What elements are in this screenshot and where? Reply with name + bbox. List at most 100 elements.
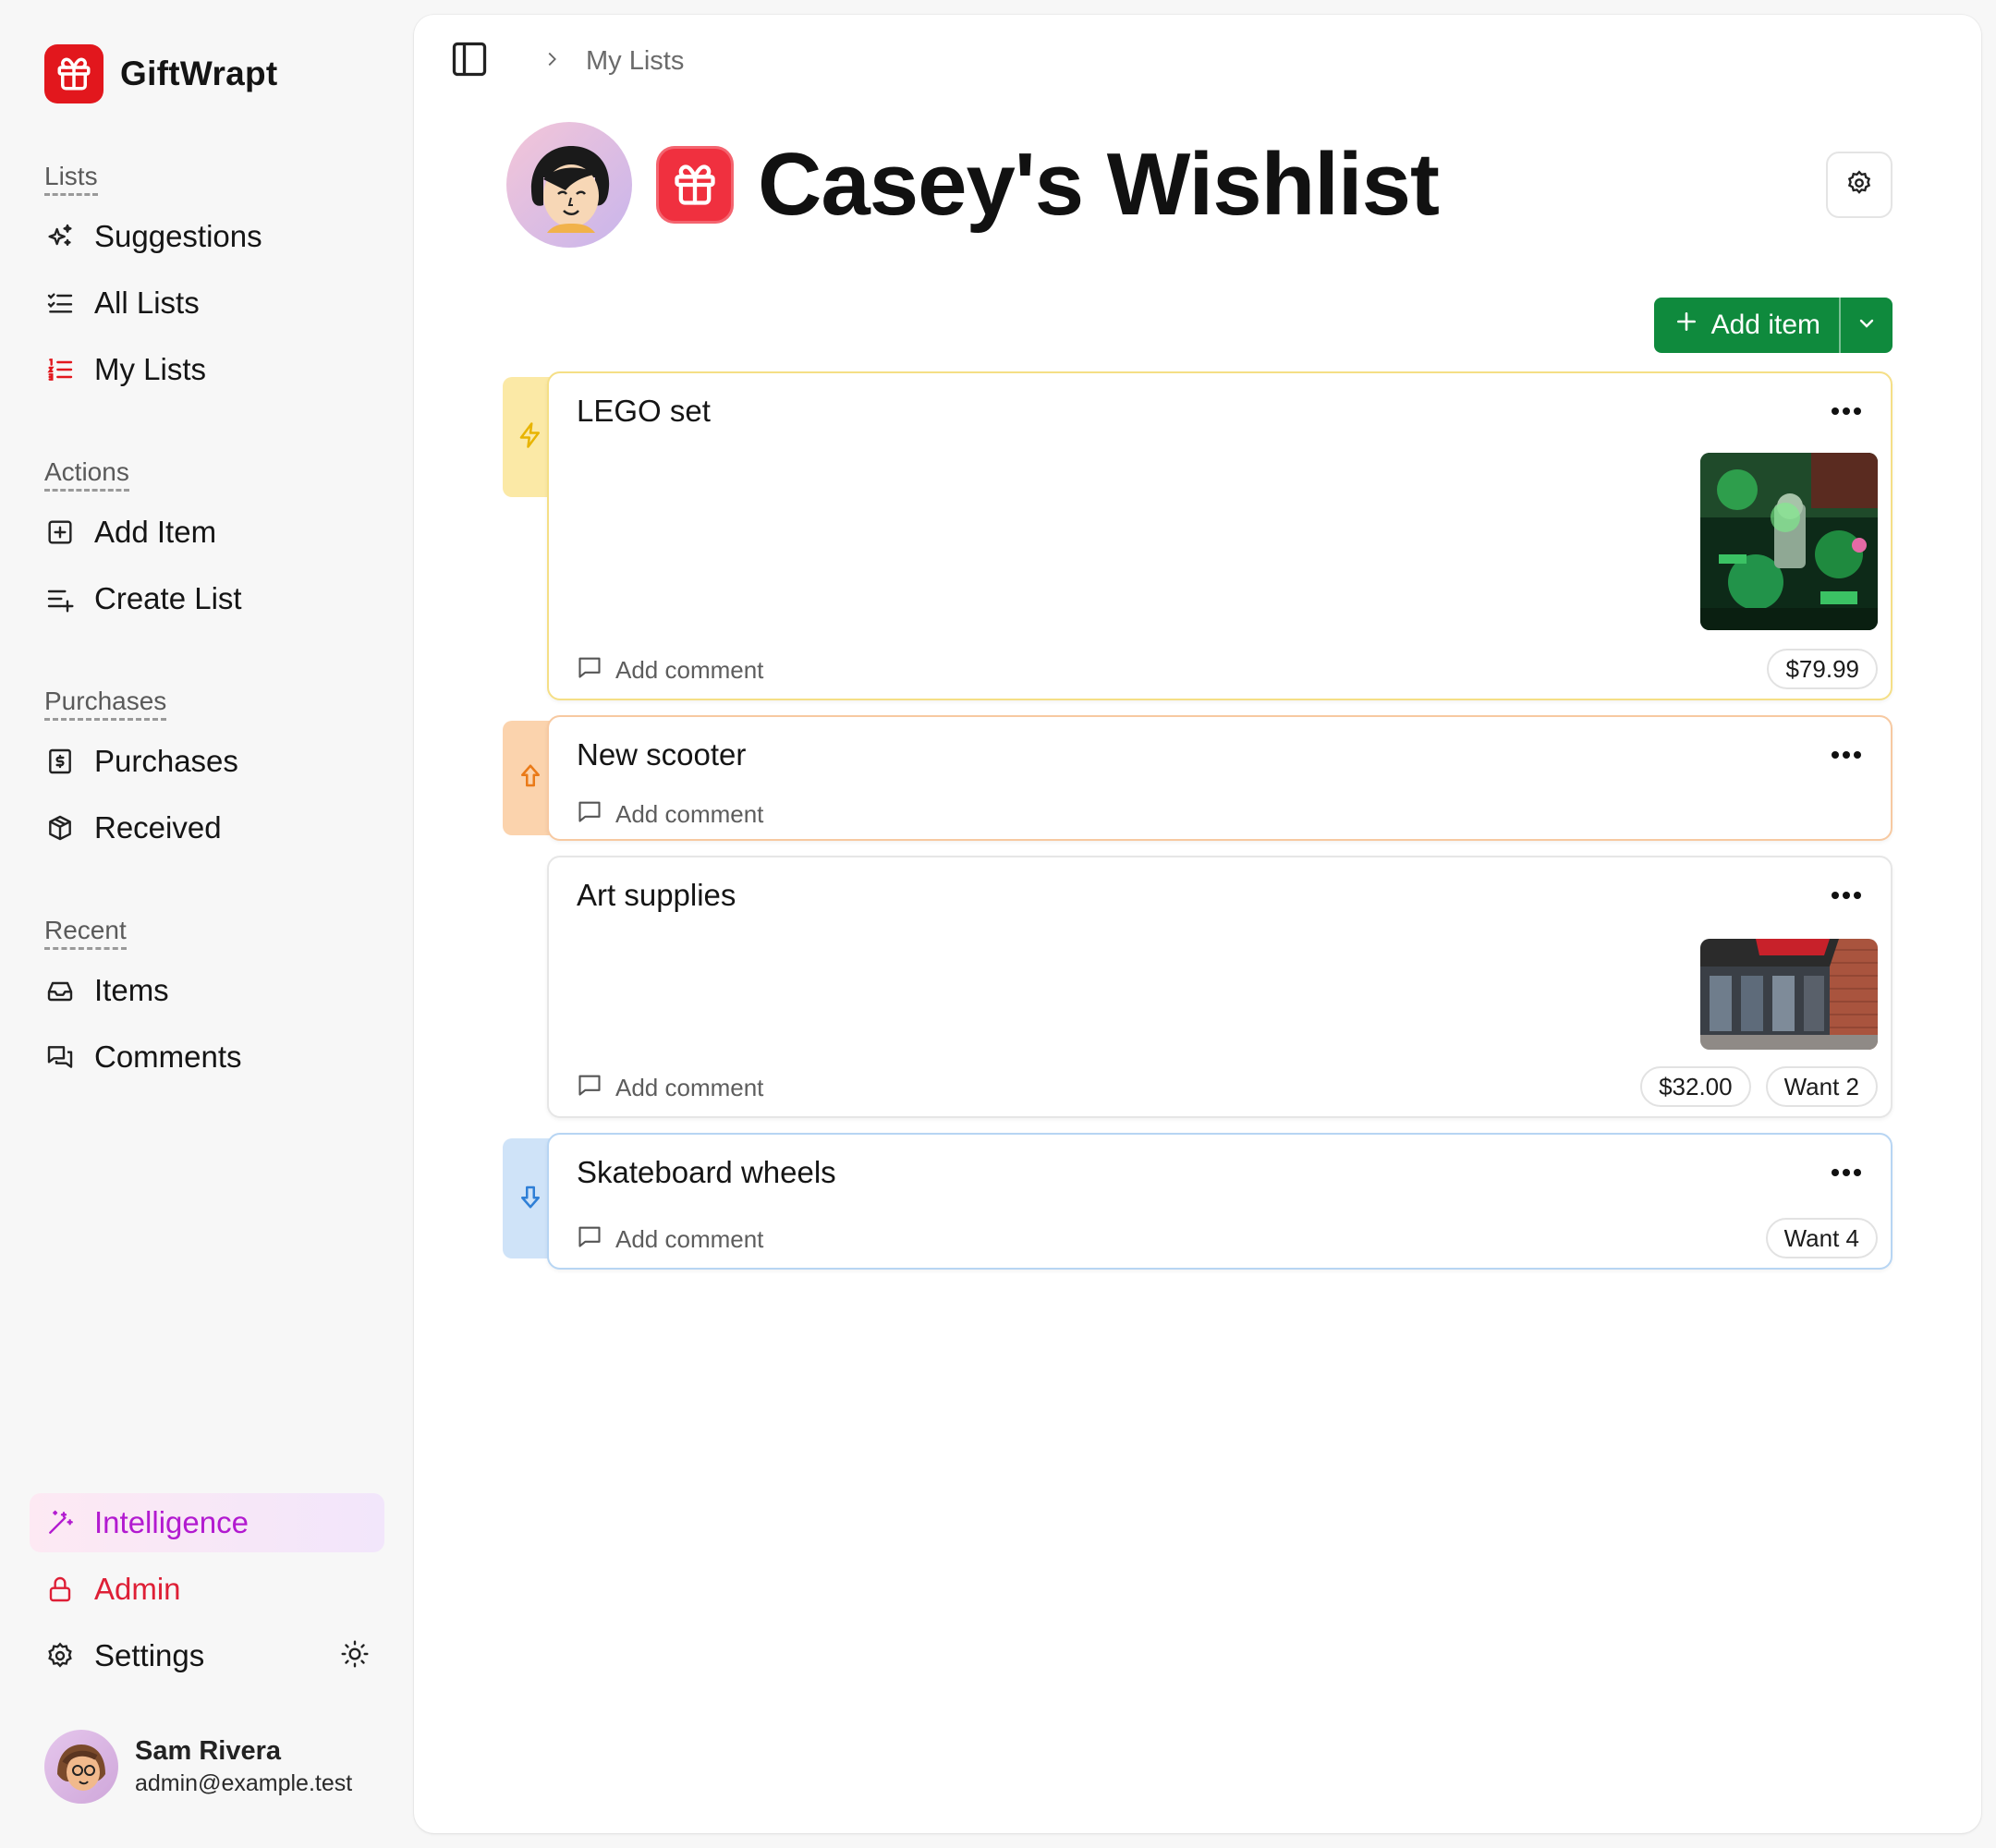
item-card[interactable]: Skateboard wheels Add comment Want 4 [547,1133,1893,1270]
comment-icon [577,654,602,687]
item-card[interactable]: New scooter Add comment [547,715,1893,841]
sidebar-item-add-item[interactable]: Add Item [44,506,384,558]
more-options-button[interactable] [1824,878,1868,915]
item-name: Skateboard wheels [577,1155,836,1189]
more-options-button[interactable] [1824,394,1868,431]
sun-icon [340,1639,370,1673]
list-settings-button[interactable] [1826,152,1893,218]
inbox-icon [44,975,76,1006]
top-bar: My Lists [447,39,684,83]
section-label-recent: Recent [44,916,127,950]
package-icon [44,812,76,844]
list-item: New scooter Add comment [503,715,1893,841]
item-card[interactable]: Art supplies Add comment $32.00 Want 2 [547,856,1893,1118]
sidebar-item-all-lists[interactable]: All Lists [44,277,384,329]
list-header: Casey's Wishlist [506,122,1440,248]
ellipsis-icon [1831,748,1862,764]
sidebar-item-my-lists[interactable]: My Lists [44,344,384,395]
zap-icon [517,421,544,454]
brand[interactable]: GiftWrapt [44,44,278,103]
main-panel: My Lists Casey's Wishlist Add item LEGO … [414,15,1981,1833]
quantity-badge: Want 2 [1765,1066,1878,1107]
user-email: admin@example.test [135,1770,353,1796]
add-item-menu-button[interactable] [1839,298,1893,353]
gear-icon [1845,169,1873,201]
sidebar-item-admin[interactable]: Admin [44,1563,384,1615]
list-item: LEGO set Add comment $79.99 [503,371,1893,702]
item-image[interactable] [1700,453,1878,630]
sidebar-item-received[interactable]: Received [44,802,384,854]
item-chips: $79.99 [1767,649,1878,689]
chevron-right-icon [542,47,562,76]
add-comment-label: Add comment [615,656,764,684]
item-chips: Want 4 [1765,1218,1878,1258]
sidebar-item-label: Suggestions [94,219,262,253]
item-chips: $32.00 Want 2 [1640,1066,1878,1107]
avatar [506,122,632,248]
add-comment-button[interactable]: Add comment [577,798,763,831]
ellipsis-icon [1831,404,1862,420]
plus-icon [1674,310,1698,341]
add-comment-label: Add comment [615,800,764,828]
arrow-up-icon [517,762,544,795]
square-plus-icon [44,517,76,548]
breadcrumb[interactable]: My Lists [586,46,684,77]
avatar [44,1730,118,1804]
add-item-split-button: Add item [1653,298,1893,353]
item-card[interactable]: LEGO set Add comment $79.99 [547,371,1893,700]
section-label-purchases: Purchases [44,687,167,721]
add-comment-button[interactable]: Add comment [577,654,763,687]
sidebar-item-label: Items [94,973,169,1007]
item-name: Art supplies [577,878,736,912]
section-label-lists: Lists [44,162,98,196]
sidebar-item-label: Add Item [94,515,217,549]
sidebar-item-purchases[interactable]: Purchases [44,736,384,787]
user-profile[interactable]: Sam Rivera admin@example.test [44,1730,352,1804]
messages-icon [44,1041,76,1073]
gift-icon [656,146,734,224]
comment-icon [577,1223,602,1256]
sidebar-item-suggestions[interactable]: Suggestions [44,211,384,262]
sidebar-item-label: Comments [94,1040,242,1074]
add-comment-button[interactable]: Add comment [577,1223,763,1256]
sidebar-item-settings[interactable]: Settings [44,1630,384,1682]
list-ordered-icon [44,354,76,385]
sidebar-item-comments[interactable]: Comments [44,1031,384,1083]
list-item: Skateboard wheels Add comment Want 4 [503,1133,1893,1270]
receipt-icon [44,746,76,777]
quantity-badge: Want 4 [1765,1218,1878,1258]
add-comment-label: Add comment [615,1074,764,1101]
add-item-button[interactable]: Add item [1654,298,1839,353]
theme-toggle[interactable] [338,1639,371,1672]
sidebar-item-label: Purchases [94,744,238,778]
price-badge: $79.99 [1767,649,1878,689]
sidebar-item-label: My Lists [94,352,207,386]
sidebar-item-intelligence[interactable]: Intelligence [30,1493,384,1552]
sidebar-item-label: Received [94,810,222,845]
user-name: Sam Rivera [135,1736,281,1766]
sidebar-item-create-list[interactable]: Create List [44,573,384,625]
sidebar-item-label: All Lists [94,286,200,320]
list-plus-icon [44,583,76,614]
ellipsis-icon [1831,1165,1862,1182]
page-title: Casey's Wishlist [758,135,1440,234]
magic-wand-icon [44,1507,76,1538]
sidebar-item-label: Intelligence [94,1505,249,1539]
sidebar-item-label: Create List [94,581,242,615]
sidebar-item-label: Admin [94,1572,181,1606]
sidebar: GiftWrapt Lists Suggestions All Lists My… [0,0,407,1848]
add-comment-button[interactable]: Add comment [577,1072,763,1104]
item-name: New scooter [577,737,747,772]
sidebar-toggle-button[interactable] [447,39,492,83]
more-options-button[interactable] [1824,737,1868,774]
sidebar-item-items[interactable]: Items [44,965,384,1016]
ellipsis-icon [1831,888,1862,905]
comment-icon [577,798,602,831]
more-options-button[interactable] [1824,1155,1868,1192]
list-item: Art supplies Add comment $32.00 Want 2 [503,856,1893,1118]
arrow-down-icon [517,1183,544,1215]
sparkles-icon [44,221,76,252]
panel-left-icon [449,39,490,84]
item-image[interactable] [1700,939,1878,1050]
item-name: LEGO set [577,394,711,428]
